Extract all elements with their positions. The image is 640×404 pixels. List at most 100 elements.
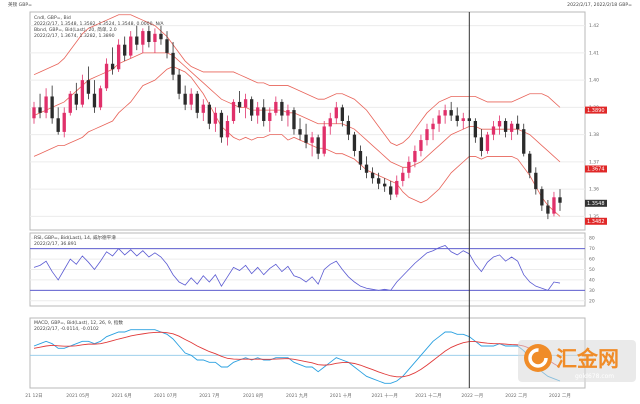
candle-down [123, 44, 127, 56]
price-legend-line: Cndl, GBP=, Bid [34, 15, 71, 21]
candle-down [262, 107, 266, 121]
candle-up [485, 134, 490, 151]
candle-up [328, 118, 332, 127]
price-tick-label: 1.42 [589, 23, 599, 29]
candle-down [558, 197, 562, 203]
candle-up [461, 118, 465, 121]
x-tick-label: 2021 十二月 [415, 392, 441, 399]
candle-up [256, 107, 260, 116]
candle-down [135, 36, 139, 45]
candle-up [497, 121, 502, 127]
candle-down [364, 164, 369, 173]
price-tag-label: 1.3548 [587, 201, 605, 207]
candle-down [389, 186, 393, 195]
candle-down [358, 150, 363, 165]
candle-down [376, 178, 381, 184]
candle-up [395, 180, 399, 195]
candle-down [159, 33, 163, 40]
x-tick-label: 2021 6月 [112, 393, 132, 399]
candle-down [165, 39, 169, 53]
candle-down [449, 110, 453, 116]
macd-legend-line: 2022/2/17, -0.0114, -0.0102 [34, 326, 99, 332]
price-tag-label: 1.3482 [587, 219, 605, 225]
candle-down [316, 137, 320, 154]
candle-down [340, 107, 345, 121]
candle-up [62, 112, 66, 132]
candle-down [86, 80, 91, 94]
candle-down [383, 183, 387, 187]
candle-up [552, 197, 556, 214]
watermark-domain: gold678.com [575, 373, 614, 380]
rsi-legend-line: 2022/2/17, 36.891 [34, 241, 77, 247]
price-tick-label: 1.41 [589, 50, 599, 56]
candle-down [534, 172, 538, 190]
watermark-brand: 汇金网 [556, 347, 619, 371]
candle-down [177, 74, 181, 94]
candle-up [419, 140, 423, 151]
candle-down [219, 112, 224, 138]
x-tick-label: 2021 7月 [199, 393, 219, 399]
x-tick-label: 2021 十月 [330, 392, 352, 399]
x-tick-label: 2022 二月 [505, 393, 527, 399]
candle-up [80, 80, 85, 105]
candle-down [50, 96, 54, 119]
candle-up [509, 123, 514, 132]
candle-down [473, 121, 478, 138]
x-tick-label: 2021 07月 [154, 393, 177, 399]
price-tick-label: 1.36 [589, 187, 599, 193]
chart-window: 英镑 GBP= 2022/2/17, 2022/2/18 GBP= 1.35 1.… [0, 0, 640, 400]
candle-up [129, 36, 133, 56]
price-tag-label: 1.3674 [587, 167, 605, 173]
candle-up [437, 115, 441, 124]
candle-down [249, 99, 254, 116]
rsi-legend-line: RSI, GBP=, Bid(Last), 14, 威尔德平滑 [34, 234, 116, 241]
candle-up [225, 121, 230, 138]
candle-down [183, 93, 187, 105]
candle-down [195, 93, 199, 113]
macd-legend-line: MACD, GBP=, Bid(Last), 12, 26, 9, 指数 [34, 319, 123, 326]
watermark-logo: 汇金网 gold678.com [518, 340, 636, 382]
candle-down [503, 121, 508, 132]
candle-down [479, 137, 484, 151]
candle-up [443, 110, 447, 116]
candle-down [292, 110, 296, 130]
rsi-tick-label: 80 [589, 236, 595, 242]
price-tag-label: 1.3890 [587, 108, 605, 114]
x-tick-label: 2021 十一月 [371, 392, 397, 399]
candle-up [274, 101, 278, 113]
candle-up [104, 63, 109, 89]
candle-down [171, 52, 175, 75]
candle-down [304, 134, 308, 143]
candle-up [431, 123, 435, 130]
x-tick-label: 2022 一月 [461, 393, 483, 399]
window-title: 英镑 GBP= [8, 1, 32, 8]
price-legend-line: 2022/2/17, 1.3674, 1.3282, 1.3890 [34, 33, 115, 39]
candle-down [237, 101, 242, 108]
candle-up [189, 93, 193, 105]
candle-down [516, 123, 520, 130]
price-tick-label: 1.38 [589, 132, 599, 138]
candle-up [413, 150, 417, 162]
candle-up [243, 99, 248, 108]
candle-up [44, 96, 48, 113]
chart-canvas: 英镑 GBP= 2022/2/17, 2022/2/18 GBP= 1.351.… [0, 0, 640, 400]
candle-down [147, 31, 151, 42]
x-tick-label: 2021 8月 [243, 393, 263, 399]
candle-up [98, 88, 103, 108]
rsi-tick-label: 60 [589, 257, 595, 263]
candle-down [74, 93, 78, 105]
candle-up [334, 107, 338, 119]
candle-down [540, 189, 544, 206]
rsi-tick-label: 20 [589, 298, 595, 304]
price-legend-line: Bbnd, GBP=, Bid(Last), 20, 简单, 2.0 [34, 26, 117, 33]
candle-up [268, 112, 272, 121]
window-date-stamp: 2022/2/17, 2022/2/18 GBP= [567, 2, 632, 8]
candle-down [528, 153, 532, 173]
x-tick-label: 21 12日 [25, 393, 42, 399]
price-legend-line: 2022/2/17, 1.3548, 1.3582, 1.3524, 1.354… [34, 21, 164, 27]
candle-down [298, 129, 302, 135]
candle-up [322, 126, 326, 154]
candle-down [56, 118, 60, 132]
candle-down [546, 205, 550, 214]
x-tick-label: 2022 二月 [549, 393, 571, 399]
